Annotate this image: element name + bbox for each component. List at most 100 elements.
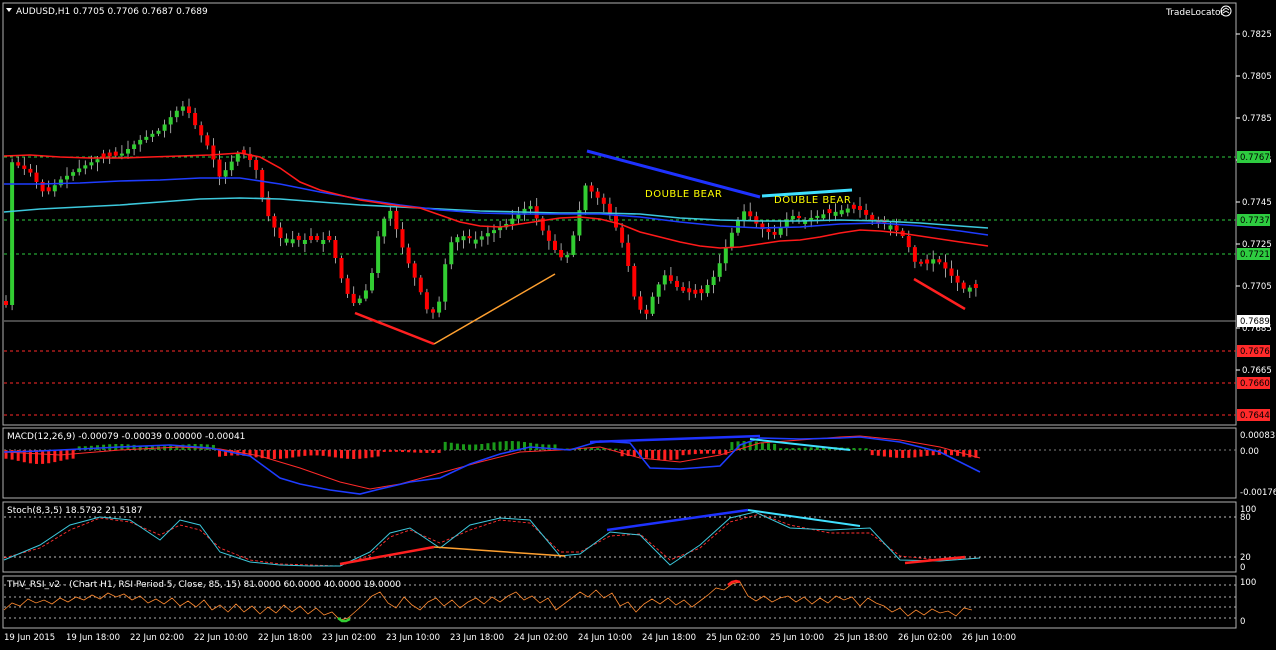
macd-histogram-bar: [681, 450, 685, 456]
symbol-header: AUDUSD,H1 0.7705 0.7706 0.7687 0.7689: [16, 7, 208, 17]
macd-histogram-bar: [797, 447, 801, 450]
candle-body: [217, 159, 222, 177]
macd-histogram-bar: [663, 450, 667, 460]
macd-histogram-bar: [699, 450, 703, 454]
candle-body: [302, 240, 307, 244]
macd-histogram-bar: [53, 450, 57, 463]
candle-body: [748, 211, 753, 217]
time-label: 22 Jun 18:00: [258, 633, 312, 643]
candle-body: [662, 275, 667, 285]
candle-body: [614, 214, 618, 228]
macd-histogram-bar: [754, 441, 758, 450]
candle-body: [394, 210, 399, 230]
price-label: 0.7644: [1240, 411, 1270, 421]
macd-histogram-bar: [388, 450, 392, 452]
candle-body: [22, 165, 27, 169]
time-label: 24 Jun 02:00: [514, 633, 568, 643]
candle-body: [906, 236, 911, 248]
trading-chart-window[interactable]: AUDUSD,H1 0.7705 0.7706 0.7687 0.7689 Tr…: [0, 0, 1276, 646]
candle-body: [150, 133, 155, 137]
candle-body: [388, 210, 393, 219]
price-tick: 0.7805: [1242, 72, 1272, 82]
candle-body: [144, 136, 149, 140]
macd-histogram-bar: [437, 450, 441, 453]
candle-body: [754, 216, 759, 224]
macd-histogram-bar: [669, 450, 673, 460]
candle-body: [961, 282, 966, 289]
macd-histogram-bar: [266, 450, 270, 459]
macd-histogram-bar: [809, 447, 813, 450]
macd-histogram-bar: [358, 450, 362, 459]
macd-histogram-bar: [279, 450, 282, 459]
candle-body: [235, 153, 240, 162]
time-label: 25 Jun 02:00: [706, 633, 760, 643]
candle-body: [321, 240, 326, 244]
candle-body: [723, 248, 728, 264]
macd-histogram-bar: [767, 443, 770, 450]
annotation-double-bear-2[interactable]: DOUBLE BEAR: [774, 195, 851, 206]
candle-body: [449, 242, 454, 265]
candle-body: [485, 233, 490, 237]
candle-body: [717, 263, 722, 277]
macd-histogram-bar: [852, 448, 856, 450]
candle-body: [809, 217, 814, 220]
stoch-tick: 80: [1240, 513, 1251, 523]
macd-histogram-bar: [340, 450, 343, 459]
candle-body: [370, 273, 374, 291]
macd-histogram-bar: [443, 441, 447, 450]
time-label: 24 Jun 10:00: [578, 633, 632, 643]
macd-histogram-bar: [773, 443, 777, 450]
macd-histogram-bar: [596, 448, 600, 450]
macd-histogram-bar: [327, 450, 331, 457]
macd-histogram-bar: [864, 448, 868, 450]
macd-histogram-bar: [35, 450, 38, 464]
macd-histogram-bar: [803, 447, 807, 450]
macd-histogram-bar: [285, 450, 289, 459]
candle-body: [711, 276, 716, 285]
candle-body: [71, 172, 76, 176]
candle-body: [949, 268, 954, 276]
annotation-double-bear-1[interactable]: DOUBLE BEAR: [645, 189, 722, 200]
candle-body: [180, 106, 185, 111]
stoch-title: Stoch(8,3,5) 18.5792 21.5187: [7, 506, 142, 516]
candle-body: [937, 259, 942, 263]
candle-body: [589, 185, 594, 192]
macd-histogram-bar: [712, 450, 716, 454]
candle-body: [357, 298, 362, 304]
macd-histogram-bar: [297, 450, 301, 457]
time-label: 23 Jun 18:00: [450, 633, 504, 643]
macd-histogram-bar: [693, 450, 697, 455]
candle-body: [126, 149, 130, 154]
background: [0, 0, 1276, 646]
candle-body: [199, 125, 204, 136]
candle-body: [290, 239, 295, 244]
macd-histogram-bar: [321, 450, 325, 456]
macd-histogram-bar: [882, 450, 886, 457]
macd-histogram-bar: [370, 450, 374, 458]
chart-canvas[interactable]: AUDUSD,H1 0.7705 0.7706 0.7687 0.7689 Tr…: [0, 0, 1276, 646]
candle-body: [333, 240, 338, 258]
macd-histogram-bar: [449, 442, 453, 450]
macd-histogram-bar: [889, 450, 892, 458]
candle-body: [668, 275, 673, 281]
time-label: 25 Jun 18:00: [834, 633, 888, 643]
macd-histogram-bar: [901, 450, 905, 458]
macd-histogram-bar: [925, 450, 929, 456]
macd-histogram-bar: [510, 441, 514, 450]
time-label: 24 Jun 18:00: [642, 633, 696, 643]
candle-body: [797, 215, 801, 218]
candle-body: [870, 214, 875, 220]
time-label: 23 Jun 10:00: [386, 633, 440, 643]
candle-body: [919, 261, 923, 264]
candle-body: [107, 152, 112, 157]
price-label-current: 0.7689: [1240, 317, 1270, 327]
candle-body: [461, 236, 466, 241]
candle-body: [565, 254, 570, 258]
candle-body: [705, 285, 710, 294]
candle-body: [4, 301, 8, 305]
macd-histogram-bar: [645, 450, 648, 458]
macd-histogram-bar: [498, 441, 502, 450]
macd-histogram-bar: [760, 442, 764, 450]
macd-histogram-bar: [675, 450, 679, 460]
price-tick: 0.7825: [1242, 30, 1272, 40]
